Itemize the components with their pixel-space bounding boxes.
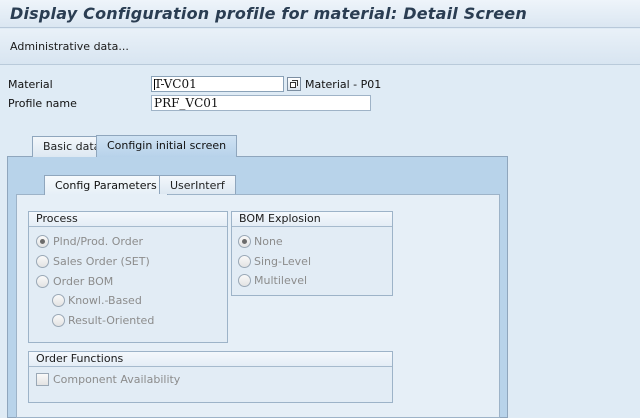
plnd-prod-order-label: Plnd/Prod. Order [53,235,144,248]
bom-explosion-group-title: BOM Explosion [232,212,392,227]
knowl-based-label: Knowl.-Based [68,294,142,307]
material-field[interactable]: T-VC01 [151,76,284,92]
plnd-prod-order-radio[interactable] [36,235,49,248]
value-help-icon[interactable] [287,77,301,91]
profile-name-value: PRF_VC01 [154,96,219,110]
multilevel-label: Multilevel [254,274,308,287]
order-functions-group-title: Order Functions [29,352,392,367]
multilevel-radio[interactable] [238,274,251,287]
application-toolbar: Administrative data... [0,29,640,65]
administrative-data-button[interactable]: Administrative data... [10,40,129,53]
focus-corner [281,89,283,91]
sales-order-set-radio[interactable] [36,255,49,268]
order-bom-radio[interactable] [36,275,49,288]
sing-level-radio[interactable] [238,255,251,268]
tab-config-parameters[interactable]: Config Parameters [44,175,168,195]
focus-corner [281,77,283,79]
order-bom-label: Order BOM [53,275,114,288]
sing-level-label: Sing-Level [254,255,311,268]
sales-order-set-label: Sales Order (SET) [53,255,150,268]
material-value: T-VC01 [154,77,197,91]
title-bar: Display Configuration profile for materi… [0,0,640,28]
material-description: Material - P01 [305,78,382,91]
text-cursor [154,79,155,90]
window-title: Display Configuration profile for materi… [10,4,527,23]
none-label: None [254,235,283,248]
profile-name-field[interactable]: PRF_VC01 [151,95,371,111]
tab-userinterf[interactable]: UserInterf [159,175,236,194]
knowl-based-radio[interactable] [52,294,65,307]
tab-configin-initial-screen[interactable]: Configin initial screen [96,135,238,157]
result-oriented-label: Result-Oriented [68,314,155,327]
value-help-square [292,80,298,86]
process-group-title: Process [29,212,227,227]
result-oriented-radio[interactable] [52,314,65,327]
profile-name-label: Profile name [8,97,77,110]
material-label: Material [8,78,53,91]
component-availability-label: Component Availability [53,373,181,386]
none-radio[interactable] [238,235,251,248]
component-availability-checkbox[interactable] [36,373,49,386]
